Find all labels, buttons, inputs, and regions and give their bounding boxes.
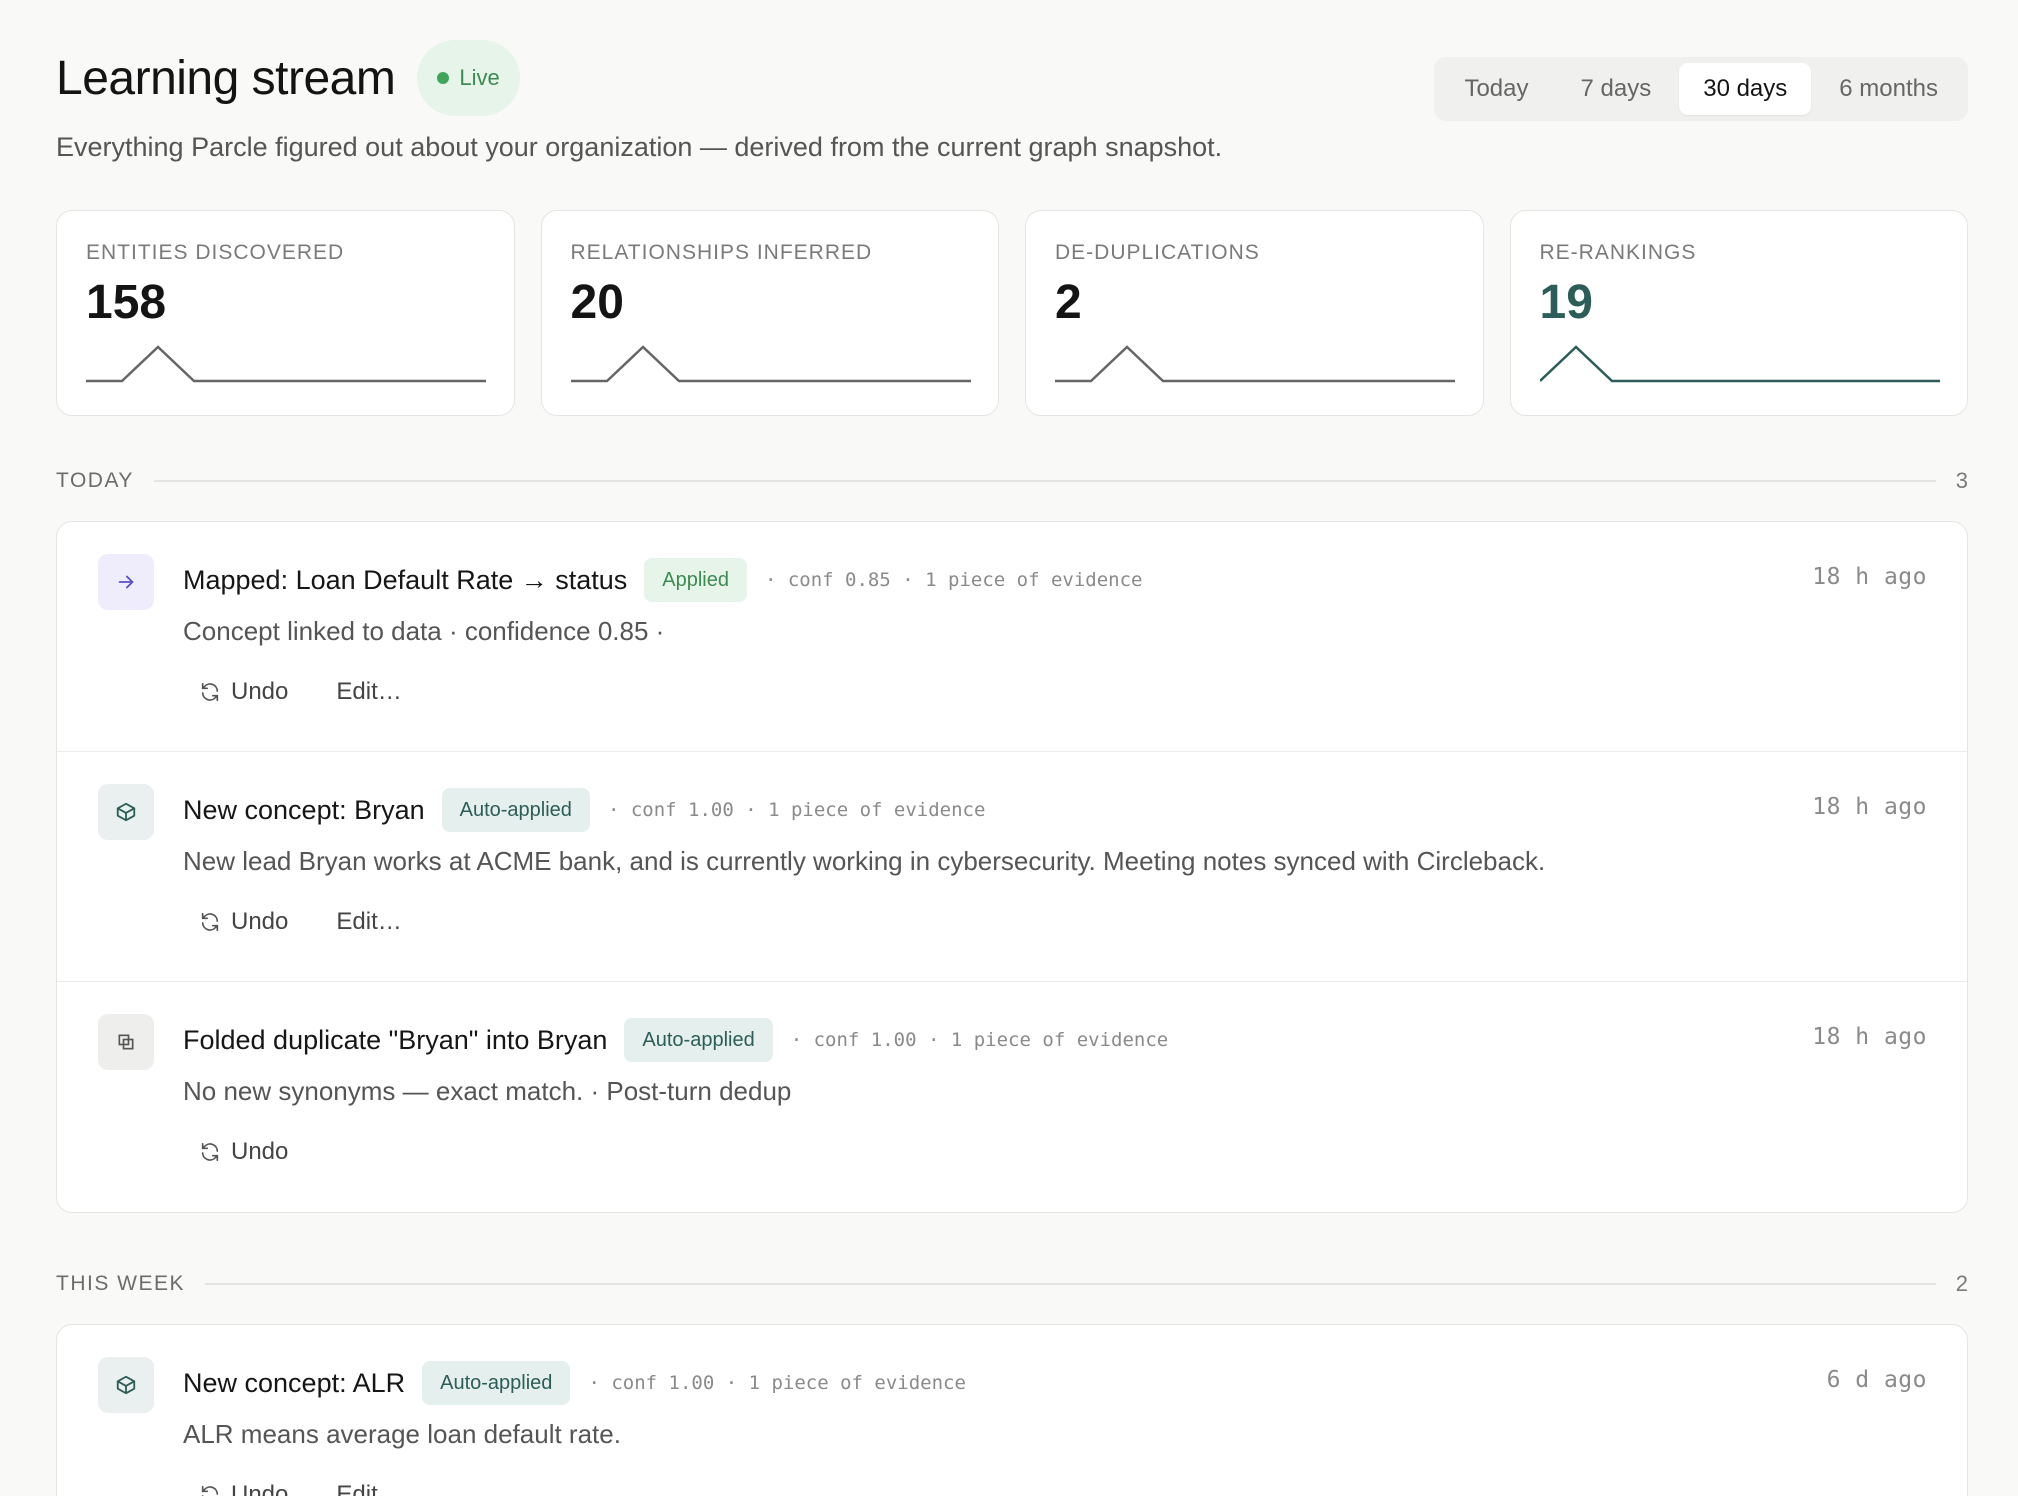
live-label: Live xyxy=(459,65,500,90)
stat-label: RELATIONSHIPS INFERRED xyxy=(570,241,873,264)
item-meta: · conf 1.00 · 1 piece of evidence xyxy=(588,1372,966,1394)
stats-row: ENTITIES DISCOVERED 158 RELATIONSHIPS IN… xyxy=(56,210,1968,416)
status-badge: Applied xyxy=(644,558,747,602)
range-tab-30-days[interactable]: 30 days xyxy=(1679,63,1812,115)
stat-label: ENTITIES DISCOVERED xyxy=(86,241,345,264)
item-title: Mapped: Loan Default Rate → status xyxy=(183,564,628,595)
item-title: New concept: ALR xyxy=(183,1367,406,1398)
cube-icon xyxy=(98,1357,154,1413)
stat-label: DE-DUPLICATIONS xyxy=(1055,241,1260,264)
sparkline xyxy=(570,345,971,383)
refresh-icon xyxy=(201,1142,219,1162)
undo-label: Undo xyxy=(231,1481,289,1496)
list-item: Mapped: Loan Default Rate → status Appli… xyxy=(57,522,1967,752)
status-badge: Auto-applied xyxy=(624,1018,773,1062)
title-row: Learning stream Live xyxy=(56,40,520,116)
section-count: 3 xyxy=(1955,468,1968,493)
page-title: Learning stream xyxy=(56,51,396,105)
stat-value: 2 xyxy=(1055,276,1082,329)
item-header: Mapped: Loan Default Rate → status Appli… xyxy=(183,558,1142,602)
edit-button[interactable]: Edit… xyxy=(336,1481,401,1496)
section-divider xyxy=(205,1283,1936,1285)
stat-card-rerankings: RE-RANKINGS 19 xyxy=(1509,210,1968,416)
item-actions: Undo Edit… xyxy=(199,908,402,936)
edit-label: Edit… xyxy=(336,908,402,935)
item-actions: Undo Edit… xyxy=(199,1481,402,1496)
undo-label: Undo xyxy=(231,908,289,935)
section-count: 2 xyxy=(1955,1271,1968,1296)
merge-icon xyxy=(98,1014,154,1070)
range-tabs: Today 7 days 30 days 6 months xyxy=(1434,57,1968,121)
item-description: Concept linked to data · confidence 0.85… xyxy=(183,616,665,646)
item-header: New concept: ALR Auto-applied · conf 1.0… xyxy=(183,1361,966,1405)
item-title: Folded duplicate "Bryan" into Bryan xyxy=(183,1024,608,1055)
item-header: Folded duplicate "Bryan" into Bryan Auto… xyxy=(183,1018,1168,1062)
undo-label: Undo xyxy=(231,678,289,705)
stat-value: 19 xyxy=(1539,276,1593,329)
refresh-icon xyxy=(201,912,219,932)
item-header: New concept: Bryan Auto-applied · conf 1… xyxy=(183,788,985,832)
stat-label: RE-RANKINGS xyxy=(1539,241,1697,264)
item-actions: Undo xyxy=(199,1138,288,1166)
stat-card-relationships: RELATIONSHIPS INFERRED 20 xyxy=(540,210,999,416)
stat-card-deduplications: DE-DUPLICATIONS 2 xyxy=(1025,210,1484,416)
item-description: No new synonyms — exact match. · Post-tu… xyxy=(183,1076,792,1106)
item-description: ALR means average loan default rate. xyxy=(183,1419,621,1449)
item-actions: Undo Edit… xyxy=(199,678,402,706)
section-title: THIS WEEK xyxy=(56,1272,186,1295)
sparkline xyxy=(1539,345,1940,383)
item-timestamp: 18 h ago xyxy=(1812,1024,1927,1050)
item-timestamp: 18 h ago xyxy=(1812,794,1927,820)
section-header-today: TODAY 3 xyxy=(56,466,1968,496)
undo-button[interactable]: Undo xyxy=(199,908,288,936)
today-list: Mapped: Loan Default Rate → status Appli… xyxy=(56,521,1968,1213)
undo-button[interactable]: Undo xyxy=(199,1481,288,1496)
section-header-this-week: THIS WEEK 2 xyxy=(56,1269,1968,1299)
arrow-right-icon xyxy=(98,554,154,610)
list-item: New concept: ALR Auto-applied · conf 1.0… xyxy=(57,1325,1967,1496)
page-subtitle: Everything Parcle figured out about your… xyxy=(56,132,1223,162)
edit-label: Edit… xyxy=(336,678,402,705)
edit-button[interactable]: Edit… xyxy=(336,678,401,706)
live-badge: Live xyxy=(417,40,520,116)
learning-stream-page: Learning stream Live Everything Parcle f… xyxy=(56,0,1968,1496)
list-item: Folded duplicate "Bryan" into Bryan Auto… xyxy=(57,982,1967,1212)
item-timestamp: 6 d ago xyxy=(1826,1367,1927,1393)
undo-button[interactable]: Undo xyxy=(199,1138,288,1166)
edit-label: Edit… xyxy=(336,1481,402,1496)
refresh-icon xyxy=(201,1485,219,1496)
status-badge: Auto-applied xyxy=(422,1361,571,1405)
sparkline xyxy=(86,345,486,383)
item-meta: · conf 0.85 · 1 piece of evidence xyxy=(764,569,1143,591)
page-header: Learning stream Live Everything Parcle f… xyxy=(56,0,1968,210)
section-divider xyxy=(153,480,1936,482)
item-timestamp: 18 h ago xyxy=(1812,564,1927,590)
item-description: New lead Bryan works at ACME bank, and i… xyxy=(183,846,1546,876)
stat-card-entities: ENTITIES DISCOVERED 158 xyxy=(56,210,515,416)
item-meta: · conf 1.00 · 1 piece of evidence xyxy=(790,1029,1169,1051)
sparkline xyxy=(1055,345,1455,383)
range-tab-today[interactable]: Today xyxy=(1440,63,1552,115)
section-title: TODAY xyxy=(56,469,134,492)
item-title: New concept: Bryan xyxy=(183,794,425,825)
range-tab-7-days[interactable]: 7 days xyxy=(1557,63,1676,115)
refresh-icon xyxy=(201,682,219,702)
this-week-list: New concept: ALR Auto-applied · conf 1.0… xyxy=(56,1324,1968,1496)
item-meta: · conf 1.00 · 1 piece of evidence xyxy=(607,799,986,821)
stat-value: 158 xyxy=(86,276,167,329)
status-badge: Auto-applied xyxy=(441,788,590,832)
undo-button[interactable]: Undo xyxy=(199,678,288,706)
live-dot-icon xyxy=(437,72,450,84)
cube-icon xyxy=(98,784,154,840)
edit-button[interactable]: Edit… xyxy=(336,908,401,936)
range-tab-6-months[interactable]: 6 months xyxy=(1815,63,1962,115)
list-item: New concept: Bryan Auto-applied · conf 1… xyxy=(57,752,1967,982)
undo-label: Undo xyxy=(231,1138,289,1165)
stat-value: 20 xyxy=(570,276,624,329)
